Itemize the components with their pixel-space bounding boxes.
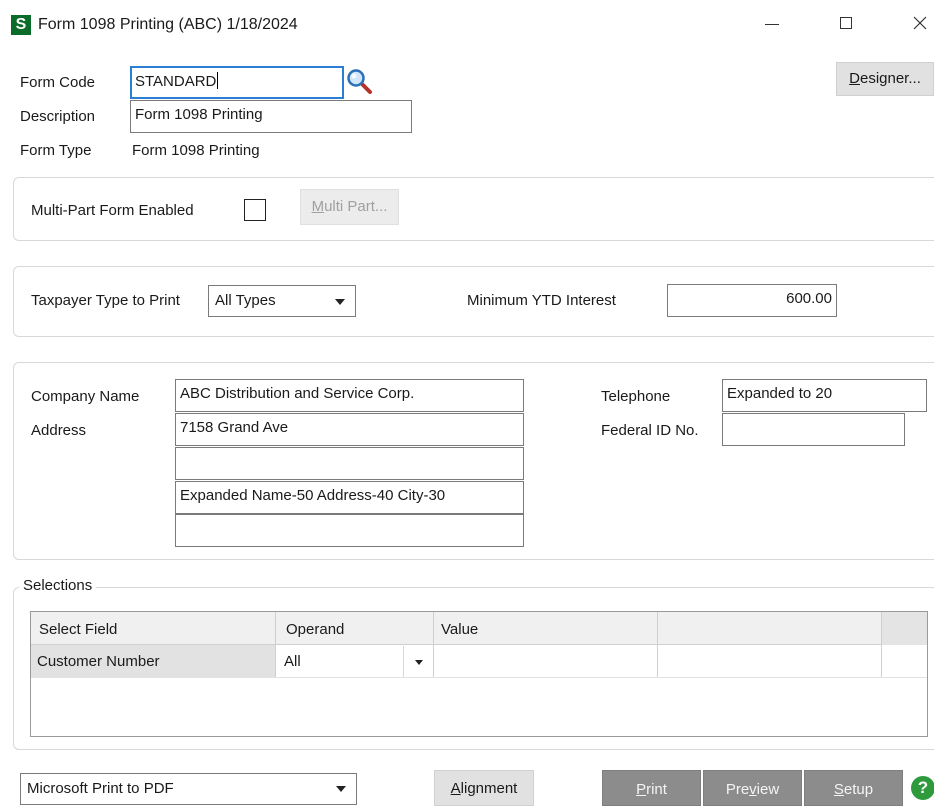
print-button[interactable]: Print: [602, 770, 701, 806]
setup-button[interactable]: Setup: [804, 770, 903, 806]
federal-id-label: Federal ID No.: [601, 422, 699, 439]
address-line-1[interactable]: 7158 Grand Ave: [175, 413, 524, 446]
description-input[interactable]: Form 1098 Printing: [130, 100, 412, 133]
selections-title: Selections: [19, 577, 97, 595]
maximize-icon[interactable]: [840, 17, 852, 29]
selections-grid: Select Field Operand Value Customer Numb…: [30, 611, 928, 737]
telephone-label: Telephone: [601, 388, 671, 405]
close-icon[interactable]: [913, 16, 927, 30]
form-type-value: Form 1098 Printing: [132, 142, 260, 159]
description-label: Description: [20, 108, 96, 125]
chevron-down-icon: [415, 660, 423, 665]
company-name-input[interactable]: ABC Distribution and Service Corp.: [175, 379, 524, 412]
grid-header: [31, 612, 927, 645]
taxpayer-type-label: Taxpayer Type to Print: [31, 292, 180, 309]
designer-button[interactable]: Designer...: [836, 62, 934, 96]
form-code-value: STANDARD: [135, 73, 217, 90]
multipart-label: Multi-Part Form Enabled: [31, 202, 194, 219]
chevron-down-icon: [335, 299, 345, 305]
alignment-button[interactable]: Alignment: [434, 770, 534, 806]
printer-value: Microsoft Print to PDF: [27, 780, 174, 797]
min-ytd-label: Minimum YTD Interest: [467, 292, 616, 309]
row-field: Customer Number: [37, 653, 160, 670]
company-name-label: Company Name: [31, 388, 140, 405]
col-header-operand[interactable]: Operand: [286, 621, 344, 639]
help-icon[interactable]: ?: [911, 776, 934, 800]
title-bar: S Form 1098 Printing (ABC) 1/18/2024: [0, 0, 934, 50]
multi-part-button[interactable]: Multi Part...: [300, 189, 399, 225]
grid-header-filler: [882, 612, 927, 645]
window-title: Form 1098 Printing (ABC) 1/18/2024: [38, 16, 298, 33]
taxpayer-type-value: All Types: [215, 292, 276, 309]
operand-dropdown-button[interactable]: [403, 646, 432, 677]
min-ytd-input[interactable]: 600.00: [667, 284, 837, 317]
form-code-input[interactable]: STANDARD: [130, 66, 344, 99]
app-icon: S: [11, 15, 31, 35]
form-code-label: Form Code: [20, 74, 96, 91]
multipart-checkbox[interactable]: [244, 199, 266, 221]
search-icon[interactable]: [346, 68, 374, 96]
table-row[interactable]: Customer Number All: [31, 645, 927, 678]
federal-id-input[interactable]: [722, 413, 905, 446]
col-header-select-field[interactable]: Select Field: [39, 621, 117, 639]
address-label: Address: [31, 422, 87, 439]
printer-select[interactable]: Microsoft Print to PDF: [20, 773, 357, 805]
address-line-4[interactable]: [175, 514, 524, 547]
address-line-3[interactable]: Expanded Name-50 Address-40 City-30: [175, 481, 524, 514]
col-header-value[interactable]: Value: [441, 621, 478, 639]
preview-button[interactable]: Preview: [703, 770, 802, 806]
row-operand[interactable]: All: [284, 653, 301, 671]
minimize-icon[interactable]: [765, 24, 779, 25]
chevron-down-icon: [336, 786, 346, 792]
address-line-2[interactable]: [175, 447, 524, 480]
taxpayer-type-select[interactable]: All Types: [208, 285, 356, 317]
text-caret: [217, 72, 219, 89]
form-type-label: Form Type: [20, 142, 92, 159]
telephone-input[interactable]: Expanded to 20: [722, 379, 927, 412]
